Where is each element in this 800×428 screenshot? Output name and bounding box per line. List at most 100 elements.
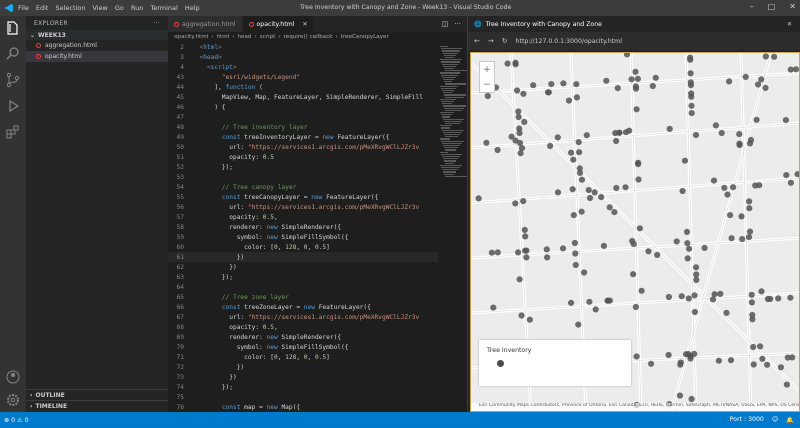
notifications-icon[interactable]: 🔔 (786, 416, 794, 424)
code-line[interactable]: 75 (168, 392, 438, 402)
code-line[interactable]: 51 opacity: 0.5 (168, 152, 438, 162)
split-editor-icon[interactable]: ◫ (442, 20, 449, 28)
tree-point (645, 248, 652, 255)
code-line[interactable]: 55 const treeCanopyLayer = new FeatureLa… (168, 192, 438, 202)
code-line[interactable]: 47 (168, 112, 438, 122)
tab-aggregation[interactable]: aggregation.html (168, 16, 243, 32)
code-line[interactable]: 52 }); (168, 162, 438, 172)
map-view[interactable]: + − Tree Inventory Esri Community Maps C… (470, 52, 800, 412)
minimap[interactable] (438, 42, 468, 412)
breadcrumb-item[interactable]: opacity.html (174, 34, 208, 40)
explorer-icon[interactable] (5, 20, 21, 36)
tree-point (679, 187, 686, 195)
code-line[interactable]: 3 <head> (168, 52, 438, 62)
more-actions-icon[interactable]: ··· (153, 20, 160, 27)
tree-point (598, 194, 605, 201)
code-line[interactable]: 45 MapView, Map, FeatureLayer, SimpleRen… (168, 92, 438, 102)
code-line[interactable]: 67 url: "https://services1.arcgis.com/pM… (168, 312, 438, 322)
code-line[interactable]: 57 opacity: 0.5, (168, 212, 438, 222)
code-line[interactable]: 56 url: "https://services1.arcgis.com/pM… (168, 202, 438, 212)
problems-indicator[interactable]: ⊗ 0 ⚠ 0 (4, 417, 29, 424)
minimap-line (442, 156, 460, 158)
tree-point (575, 139, 582, 146)
menu-help[interactable]: Help (185, 4, 200, 12)
code-line[interactable]: 60 color: [0, 128, 0, 0.5] (168, 242, 438, 252)
code-line[interactable]: 76 const map = new Map({ (168, 402, 438, 412)
code-line[interactable]: 65 // Tree zone layer (168, 292, 438, 302)
feedback-icon[interactable]: ☺ (772, 416, 778, 424)
menu-go[interactable]: Go (115, 4, 124, 12)
code-line[interactable]: 54 // Tree canopy layer (168, 182, 438, 192)
code-line[interactable]: 72 }) (168, 362, 438, 372)
code-area[interactable]: 2 <html> 3 <head> 4 <script> 43 "esri/widge… (168, 42, 438, 412)
code-line[interactable]: 74 }); (168, 382, 438, 392)
code-text: const treeCanopyLayer = new FeatureLayer… (221, 193, 379, 201)
html-file-icon (36, 54, 41, 59)
run-debug-icon[interactable] (5, 98, 21, 114)
tree-point (548, 81, 555, 88)
tree-point (516, 125, 523, 132)
menu-file[interactable]: File (18, 4, 29, 12)
close-icon[interactable]: ✕ (789, 2, 796, 11)
close-icon[interactable]: ✕ (787, 21, 800, 28)
code-line[interactable]: 58 renderer: new SimpleRenderer({ (168, 222, 438, 232)
url-input[interactable]: http://127.0.0.1:3000/opacity.html (516, 38, 622, 45)
tree-point (512, 200, 519, 207)
code-line[interactable]: 4 <script> (168, 62, 438, 72)
code-line[interactable]: 62 }) (168, 262, 438, 272)
code-line[interactable]: 68 opacity: 0.5, (168, 322, 438, 332)
code-line[interactable]: 73 }) (168, 372, 438, 382)
menu-selection[interactable]: Selection (55, 4, 85, 12)
minimap-line (444, 94, 466, 96)
tree-point (685, 295, 692, 302)
code-line[interactable]: 63 }); (168, 272, 438, 282)
more-actions-icon[interactable]: ··· (454, 20, 461, 28)
code-line[interactable]: 53 (168, 172, 438, 182)
source-control-icon[interactable] (5, 72, 21, 88)
breadcrumb-item[interactable]: script (260, 34, 276, 40)
code-line[interactable]: 46 ) { (168, 102, 438, 112)
zoom-out-icon[interactable]: − (483, 80, 491, 90)
account-icon[interactable] (5, 369, 21, 385)
code-line[interactable]: 44 ], function ( (168, 82, 438, 92)
breadcrumb-item[interactable]: require() callback (284, 34, 333, 40)
code-line[interactable]: 61 }) (168, 252, 438, 262)
code-line[interactable]: 71 color: [0, 128, 0, 0.5] (168, 352, 438, 362)
minimize-icon[interactable]: – (750, 2, 754, 11)
code-line[interactable]: 48 // Tree inventory layer (168, 122, 438, 132)
tree-point (516, 139, 524, 147)
breadcrumb-item[interactable]: head (238, 34, 252, 40)
code-line[interactable]: 69 renderer: new SimpleRenderer({ (168, 332, 438, 342)
code-line[interactable]: 59 symbol: new SimpleFillSymbol({ (168, 232, 438, 242)
folder-week13[interactable]: ⌄ WEEK13 (26, 30, 168, 40)
settings-gear-icon[interactable] (5, 392, 21, 408)
maximize-icon[interactable]: □ (768, 2, 776, 11)
menu-edit[interactable]: Edit (36, 4, 49, 12)
timeline-section[interactable]: › TIMELINE (26, 400, 168, 411)
file-opacity[interactable]: opacity.html (26, 51, 168, 62)
code-line[interactable]: 70 symbol: new SimpleFillSymbol({ (168, 342, 438, 352)
search-icon[interactable] (5, 46, 21, 62)
extensions-icon[interactable] (5, 124, 21, 140)
tab-opacity[interactable]: opacity.html ✕ (242, 16, 315, 32)
code-line[interactable]: 66 const treeZoneLayer = new FeatureLaye… (168, 302, 438, 312)
zoom-in-icon[interactable]: + (483, 65, 491, 75)
close-tab-icon[interactable]: ✕ (302, 21, 307, 28)
forward-arrow-icon[interactable]: → (488, 37, 494, 45)
menu-run[interactable]: Run (131, 4, 143, 12)
outline-section[interactable]: › OUTLINE (26, 389, 168, 400)
reload-icon[interactable]: ↻ (502, 37, 508, 45)
menu-terminal[interactable]: Terminal (150, 4, 177, 12)
code-line[interactable]: 64 (168, 282, 438, 292)
code-line[interactable]: 49 const treeInventoryLayer = new Featur… (168, 132, 438, 142)
code-line[interactable]: 43 "esri/widgets/Legend" (168, 72, 438, 82)
port-indicator[interactable]: Port : 3000 (730, 416, 764, 424)
breadcrumb-item[interactable]: treeCanopyLayer (341, 34, 389, 40)
back-arrow-icon[interactable]: ← (474, 37, 480, 45)
menu-view[interactable]: View (92, 4, 107, 12)
code-line[interactable]: 2 <html> (168, 42, 438, 52)
browser-tab[interactable]: 🌐 Tree Inventory with Canopy and Zone ✕ (468, 16, 800, 32)
breadcrumb-item[interactable]: html (217, 34, 230, 40)
file-aggregation[interactable]: aggregation.html (26, 40, 168, 51)
code-line[interactable]: 50 url: "https://services1.arcgis.com/pM… (168, 142, 438, 152)
